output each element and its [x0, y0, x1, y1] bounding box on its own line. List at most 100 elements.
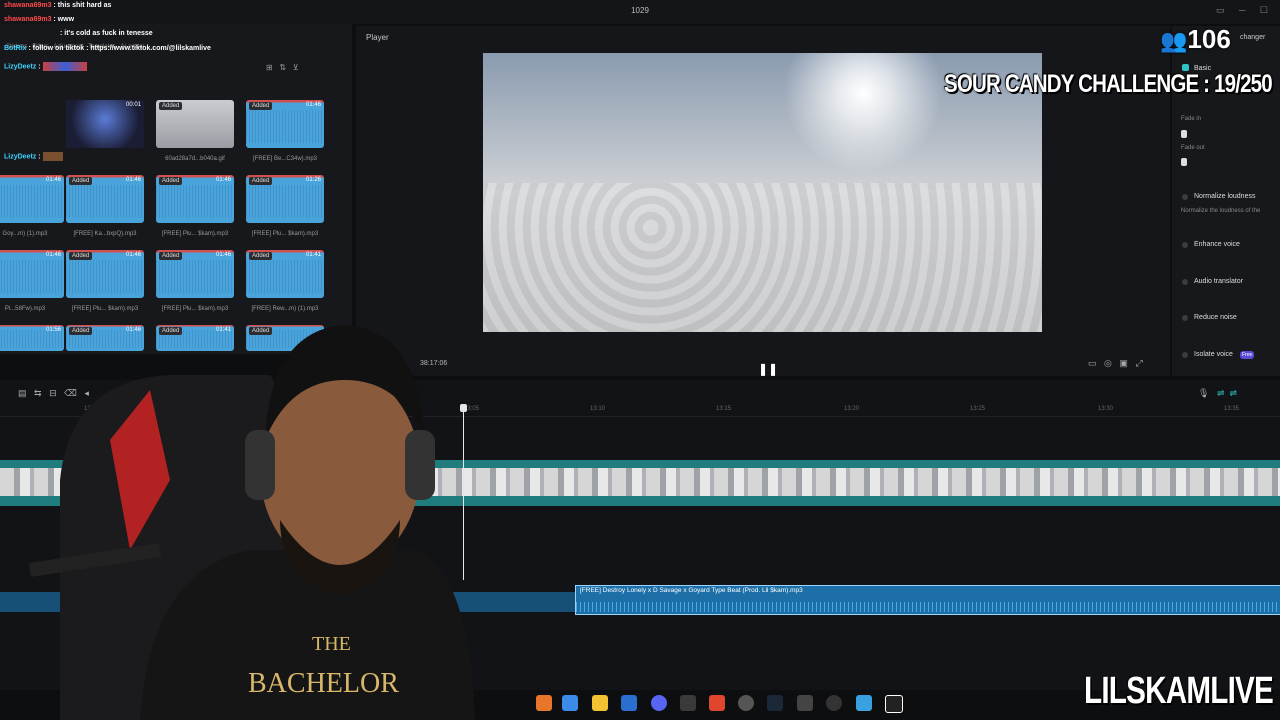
enhance-label: Enhance voice [1194, 241, 1240, 248]
added-badge: Added [159, 102, 183, 110]
app-icon[interactable] [680, 695, 696, 711]
crop-icon[interactable]: ▣ [1119, 358, 1128, 368]
title-bar: 1029 ▭ ─ ☐ [0, 0, 1280, 24]
media-thumbnail[interactable]: Added 01:46 [66, 250, 144, 298]
timeline-right-tools: 🎙 ⇌ ⇌ [1198, 388, 1237, 399]
4k-icon[interactable] [826, 695, 842, 711]
voice-changer-tab[interactable]: changer [1240, 34, 1265, 41]
added-badge: Added [249, 252, 273, 260]
normalize-checkbox[interactable] [1182, 194, 1188, 200]
chat-user: BotRix [4, 45, 27, 52]
audio-clip-label: [FREE] Destroy Lonely x D Savage x Goyar… [580, 587, 803, 594]
media-filename: [FREE] Rew...m) (1).mp3 [251, 306, 319, 312]
steam-icon[interactable] [767, 695, 783, 711]
discord-icon[interactable] [651, 695, 667, 711]
fade-out-slider[interactable] [1181, 158, 1187, 166]
media-duration: 01:46 [215, 177, 231, 183]
pause-button[interactable]: ❚❚ [758, 362, 778, 376]
channel-watermark: LILSKAMLIVE [1084, 670, 1274, 712]
noise-checkbox[interactable] [1182, 315, 1188, 321]
media-filename: [FREE] Plu... $kam).mp3 [161, 306, 229, 312]
media-thumbnail[interactable]: Added 01:46 [156, 175, 234, 223]
chat-line: LizyDeetz : [4, 152, 63, 161]
viewer-number: 106 [1187, 24, 1231, 54]
media-thumbnail[interactable]: Added 01:46 [246, 100, 324, 148]
mic-icon[interactable]: 🎙 [1198, 388, 1209, 398]
media-duration: 01:46 [215, 252, 231, 258]
media-duration: 01:46 [45, 252, 61, 258]
sort-icon[interactable]: ⇅ [279, 63, 286, 72]
capcut-icon[interactable] [885, 695, 903, 713]
emote-icon [42, 152, 63, 161]
chrome-icon[interactable] [738, 695, 754, 711]
fullscreen-icon[interactable]: ⤢ [1135, 358, 1142, 368]
fade-in-slider[interactable] [1181, 130, 1187, 138]
chat-line: shawana69m3 : www [4, 16, 75, 23]
viewer-count: 👥106 [1160, 24, 1231, 55]
grid-icon[interactable]: ⊞ [266, 63, 273, 72]
app-icon[interactable] [797, 695, 813, 711]
translator-label: Audio translator [1194, 278, 1244, 285]
normalize-desc: Normalize the loudness of the [1181, 208, 1261, 214]
media-thumbnail[interactable]: Added 01:26 [246, 175, 324, 223]
chat-user: shawana69m3 [4, 16, 52, 23]
headphone-left [245, 430, 275, 500]
added-badge: Added [249, 102, 273, 110]
chat-line: : it's cold as fuck in tenesse [60, 30, 153, 37]
fade-out-label: Fade out [1181, 145, 1205, 151]
added-badge: Added [249, 327, 273, 335]
chat-user: shawana69m3 [4, 2, 52, 9]
headphone-right [405, 430, 435, 500]
taskbar [520, 692, 910, 716]
filter-icon[interactable]: ⊻ [293, 63, 299, 72]
media-duration: 00:01 [125, 102, 141, 108]
noise-label: Reduce noise [1194, 314, 1237, 321]
isolate-checkbox[interactable] [1182, 352, 1188, 358]
media-duration: 01:56 [45, 327, 61, 333]
viewers-icon: 👥 [1160, 28, 1188, 53]
media-duration: 01:26 [305, 177, 321, 183]
media-thumbnail[interactable]: Added 01:46 [66, 175, 144, 223]
app-icon[interactable] [536, 695, 552, 711]
copilot-icon[interactable] [562, 695, 578, 711]
ruler-tick: 13:35 [1224, 406, 1240, 412]
player-controls: ▭ ◎ ▣ ⤢ [1088, 358, 1143, 369]
enhance-checkbox[interactable] [1182, 242, 1188, 248]
snapshot-icon[interactable]: ◎ [1104, 358, 1112, 368]
media-filename: [FREE] Plu... $kam).mp3 [71, 306, 139, 312]
media-thumbnail[interactable]: Added 01:46 [156, 250, 234, 298]
media-filename: [FREE] Be...C34w).mp3 [252, 156, 318, 162]
notepad-icon[interactable] [856, 695, 872, 711]
media-thumbnail[interactable]: Added [156, 100, 234, 148]
chat-user: LizyDeetz [4, 153, 37, 161]
chat-text: this shit hard as [57, 2, 112, 9]
media-thumbnail[interactable]: 00:01 [66, 100, 144, 148]
media-thumbnail[interactable]: 01:46 [0, 175, 64, 223]
emote-icon [42, 62, 87, 71]
chat-text: it's cold as fuck in tenesse [64, 30, 153, 37]
store-icon[interactable] [621, 695, 637, 711]
media-filename: [FREE] Ka...bxpQ).mp3 [73, 231, 137, 237]
webcam-overlay: THE BACHELOR [28, 325, 475, 720]
folder-icon[interactable] [592, 695, 608, 711]
ruler-tick: 13:15 [716, 406, 732, 412]
link-icon[interactable]: ⇌ [1217, 388, 1225, 398]
media-duration: 01:41 [215, 327, 231, 333]
media-thumbnail[interactable]: Added 01:41 [246, 250, 324, 298]
challenge-counter: SOUR CANDY CHALLENGE : 19/250 [944, 70, 1273, 98]
ruler-tick: 13:30 [1098, 406, 1114, 412]
ratio-icon[interactable]: ▭ [1088, 358, 1097, 368]
sun-glare [783, 53, 943, 173]
added-badge: Added [69, 177, 93, 185]
chat-line: BotRix : follow on tiktok : https://www.… [4, 45, 211, 52]
ruler-tick: 13:25 [970, 406, 986, 412]
isolate-label: Isolate voice [1194, 351, 1233, 358]
magnet-icon[interactable]: ⇌ [1230, 388, 1238, 398]
added-badge: Added [69, 327, 93, 335]
added-badge: Added [69, 252, 93, 260]
media-thumbnail[interactable]: 01:46 [0, 250, 64, 298]
chat-text: www [57, 16, 75, 23]
brave-icon[interactable] [709, 695, 725, 711]
translator-checkbox[interactable] [1182, 279, 1188, 285]
window-controls[interactable]: ▭ ─ ☐ [1216, 5, 1274, 16]
